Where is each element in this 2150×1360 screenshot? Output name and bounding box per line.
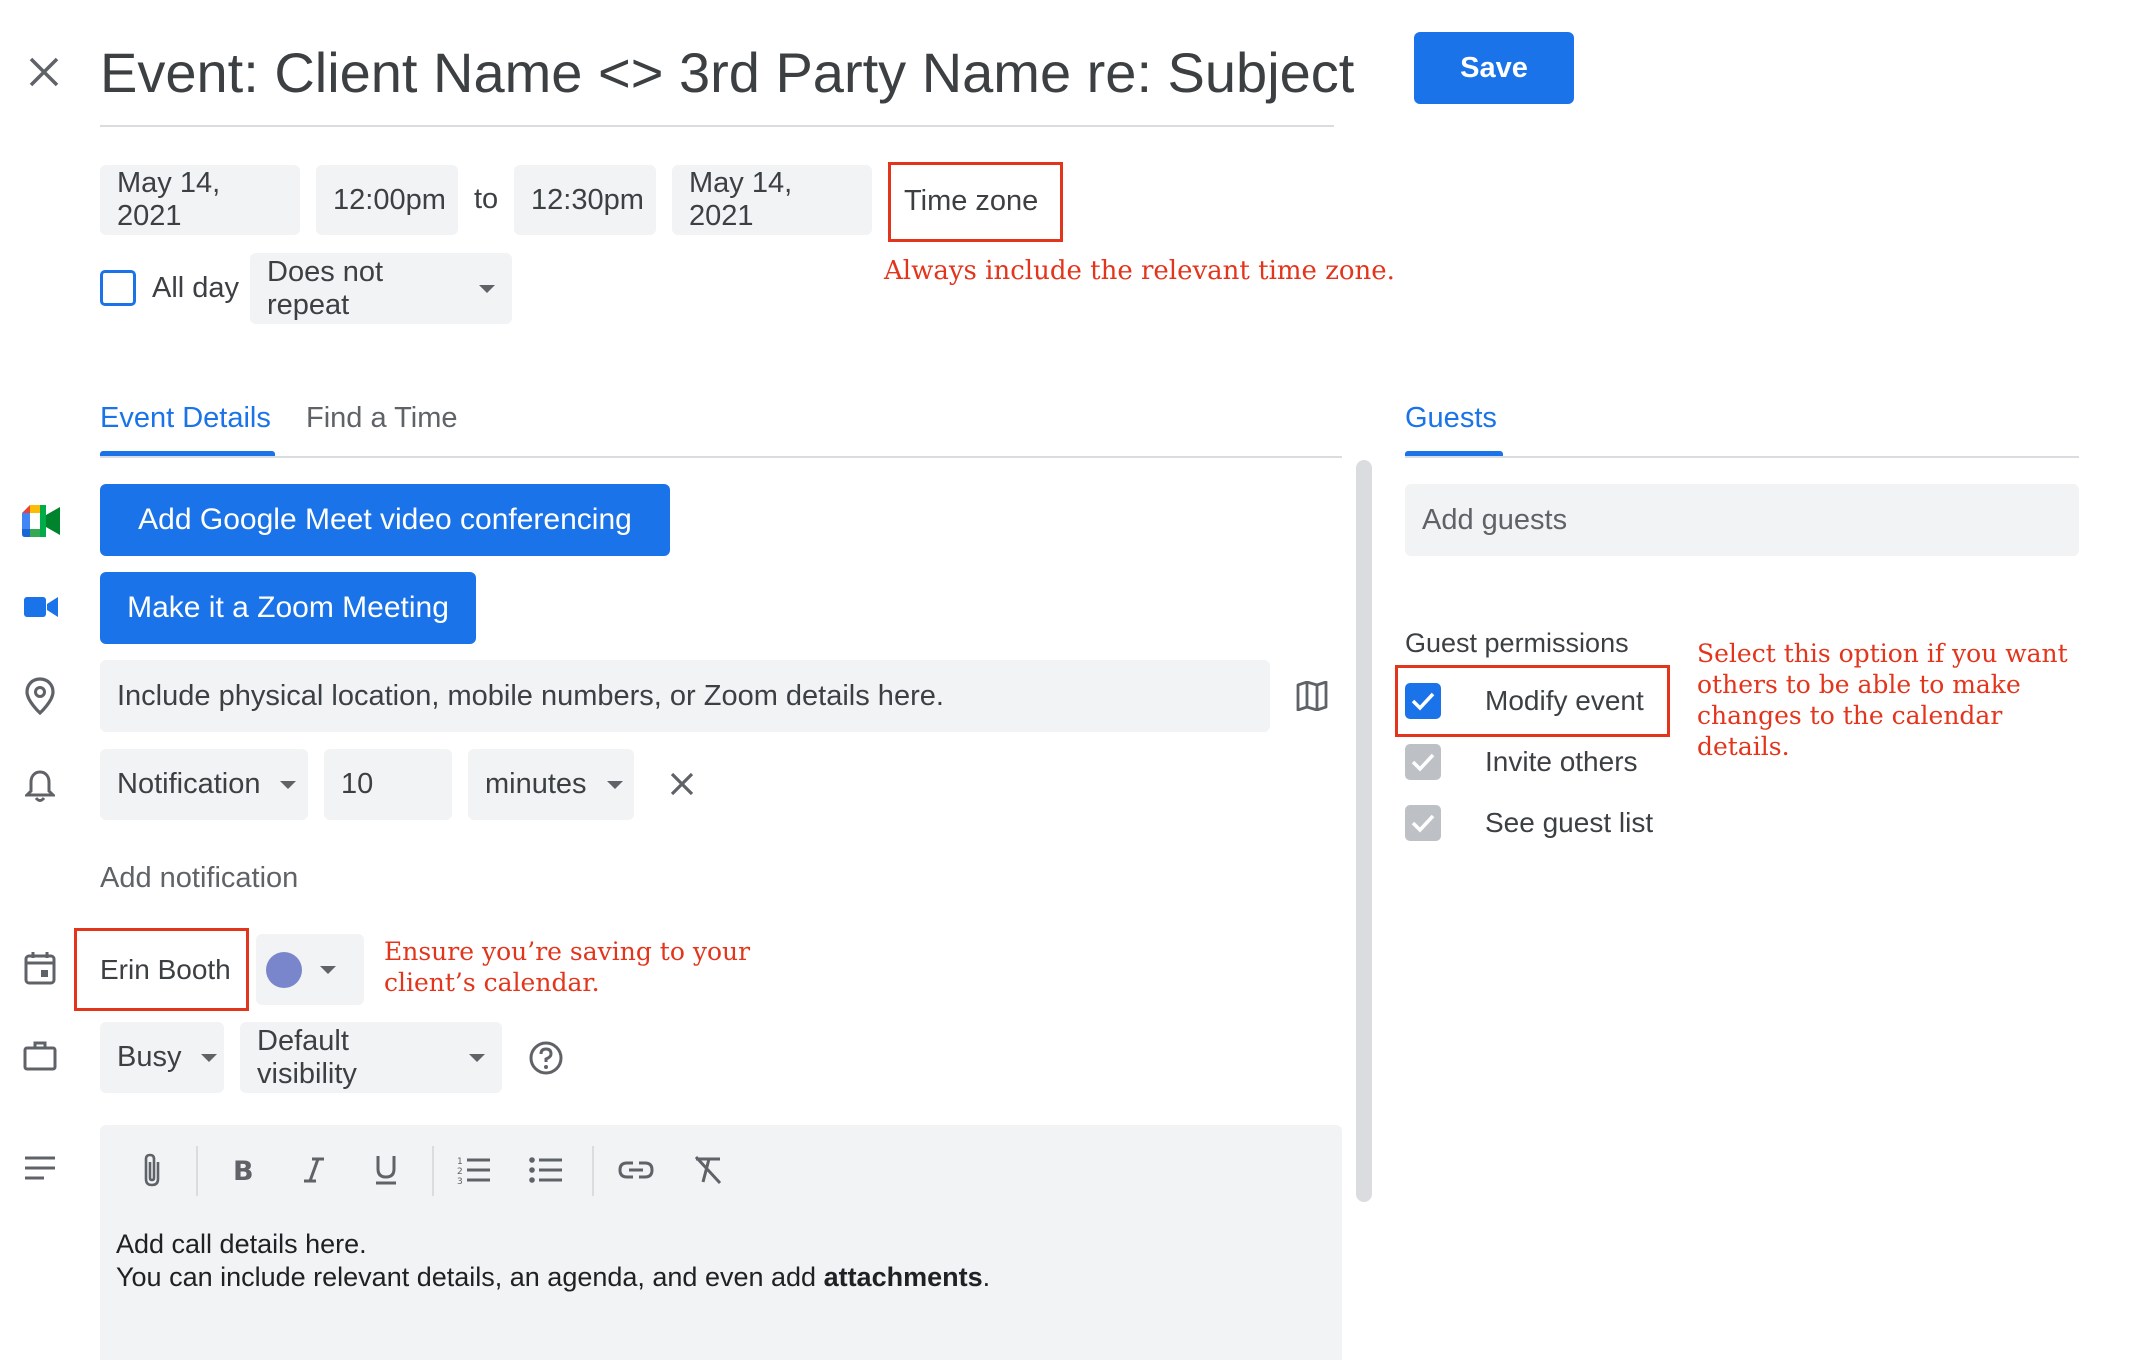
close-icon[interactable] (22, 50, 66, 94)
all-day-checkbox[interactable] (100, 270, 136, 306)
help-icon[interactable] (524, 1036, 568, 1080)
invite-others-checkbox[interactable] (1405, 744, 1441, 780)
guest-permission-annotation-line4: details. (1697, 732, 1790, 761)
visibility-dropdown[interactable]: Default visibility (240, 1022, 502, 1093)
end-date-field[interactable]: May 14, 2021 (672, 165, 872, 235)
tab-guests[interactable]: Guests (1405, 402, 1497, 435)
bell-icon (18, 764, 62, 808)
modify-event-checkbox[interactable] (1405, 683, 1441, 719)
map-icon[interactable] (1290, 674, 1334, 718)
scrollbar[interactable] (1356, 460, 1372, 1202)
calendar-annotation: Ensure you’re saving to your client’s ca… (384, 936, 750, 998)
calendar-icon (18, 946, 62, 990)
bulleted-list-icon[interactable] (524, 1148, 568, 1192)
add-notification-link[interactable]: Add notification (100, 862, 298, 895)
chevron-down-icon (280, 780, 297, 789)
description-line-1: Add call details here. (116, 1229, 367, 1259)
calendar-color-swatch (266, 951, 302, 988)
svg-text:B: B (233, 1156, 254, 1184)
toolbar-separator (196, 1146, 198, 1196)
guest-permission-annotation-line2: others to be able to make (1697, 670, 2021, 699)
briefcase-icon (18, 1034, 62, 1078)
add-guests-input[interactable]: Add guests (1405, 484, 2079, 556)
calendar-annotation-line1: Ensure you’re saving to your (384, 937, 751, 966)
modify-event-label: Modify event (1485, 685, 1644, 716)
italic-icon[interactable] (292, 1148, 336, 1192)
remove-notification-icon[interactable] (660, 762, 704, 806)
svg-text:1: 1 (457, 1157, 463, 1167)
description-lines-icon (18, 1146, 62, 1190)
tabs-divider (100, 456, 1342, 458)
notification-unit-value: minutes (485, 768, 587, 800)
numbered-list-icon[interactable]: 123 (452, 1148, 496, 1192)
guest-permission-annotation-line3: changes to the calendar (1697, 701, 2003, 730)
svg-text:3: 3 (457, 1177, 463, 1185)
save-button[interactable]: Save (1414, 32, 1574, 104)
chevron-down-icon (201, 1053, 218, 1062)
description-line-2-suffix: . (982, 1262, 991, 1292)
chevron-down-icon (320, 965, 336, 974)
add-google-meet-button[interactable]: Add Google Meet video conferencing (100, 484, 670, 556)
toolbar-separator (592, 1146, 594, 1196)
guests-divider (1405, 456, 2079, 458)
end-time-field[interactable]: 12:30pm (514, 165, 656, 235)
start-date-field[interactable]: May 14, 2021 (100, 165, 300, 235)
calendar-owner-label[interactable]: Erin Booth (100, 954, 231, 986)
guest-permission-annotation-line1: Select this option if you want (1697, 639, 2068, 668)
guest-permissions-title: Guest permissions (1405, 628, 1629, 658)
description-line-2: You can include relevant details, an age… (116, 1261, 990, 1294)
zoom-video-icon (20, 586, 62, 628)
location-input[interactable]: Include physical location, mobile number… (100, 660, 1270, 732)
toolbar-separator (432, 1146, 434, 1196)
location-pin-icon (18, 674, 62, 718)
calendar-annotation-line2: client’s calendar. (384, 968, 600, 997)
visibility-value: Default visibility (257, 1024, 357, 1090)
to-label: to (474, 183, 499, 215)
title-underline (100, 125, 1334, 127)
description-line-2-bold: attachments (823, 1262, 983, 1292)
notification-unit-dropdown[interactable]: minutes (468, 749, 634, 820)
tab-find-a-time[interactable]: Find a Time (306, 402, 458, 435)
all-day-label: All day (152, 272, 240, 304)
notification-type-value: Notification (117, 768, 261, 800)
time-zone-annotation: Always include the relevant time zone. (884, 256, 1395, 286)
description-text[interactable]: Add call details here. You can include r… (116, 1228, 990, 1294)
repeat-dropdown[interactable]: Does not repeat (250, 253, 512, 324)
bold-icon[interactable]: B (220, 1148, 264, 1192)
availability-value: Busy (117, 1041, 182, 1073)
start-time-field[interactable]: 12:00pm (316, 165, 458, 235)
zoom-meeting-button[interactable]: Make it a Zoom Meeting (100, 572, 476, 644)
availability-dropdown[interactable]: Busy (100, 1022, 224, 1093)
attachment-icon[interactable] (130, 1148, 174, 1192)
underline-icon[interactable] (364, 1148, 408, 1192)
link-icon[interactable] (614, 1148, 658, 1192)
see-guest-list-checkbox[interactable] (1405, 805, 1441, 841)
event-title-input[interactable]: Event: Client Name <> 3rd Party Name re:… (100, 40, 1354, 105)
chevron-down-icon (479, 284, 495, 293)
calendar-color-dropdown[interactable] (256, 934, 364, 1005)
time-zone-button[interactable]: Time zone (904, 185, 1038, 218)
repeat-value: Does not repeat (267, 255, 384, 321)
permission-modify-event[interactable]: Modify event (1405, 683, 1644, 719)
svg-text:2: 2 (457, 1167, 463, 1177)
notification-amount-input[interactable]: 10 (324, 749, 452, 820)
permission-see-guest-list[interactable]: See guest list (1405, 805, 1653, 841)
chevron-down-icon (469, 1053, 485, 1062)
google-meet-icon (20, 500, 62, 542)
tab-event-details[interactable]: Event Details (100, 402, 271, 435)
guest-permission-annotation: Select this option if you want others to… (1697, 638, 2068, 762)
notification-type-dropdown[interactable]: Notification (100, 749, 308, 820)
permission-invite-others[interactable]: Invite others (1405, 744, 1638, 780)
description-line-2-prefix: You can include relevant details, an age… (116, 1262, 824, 1292)
see-guest-list-label: See guest list (1485, 807, 1654, 838)
chevron-down-icon (606, 780, 623, 789)
clear-formatting-icon[interactable] (686, 1148, 730, 1192)
invite-others-label: Invite others (1485, 746, 1638, 777)
